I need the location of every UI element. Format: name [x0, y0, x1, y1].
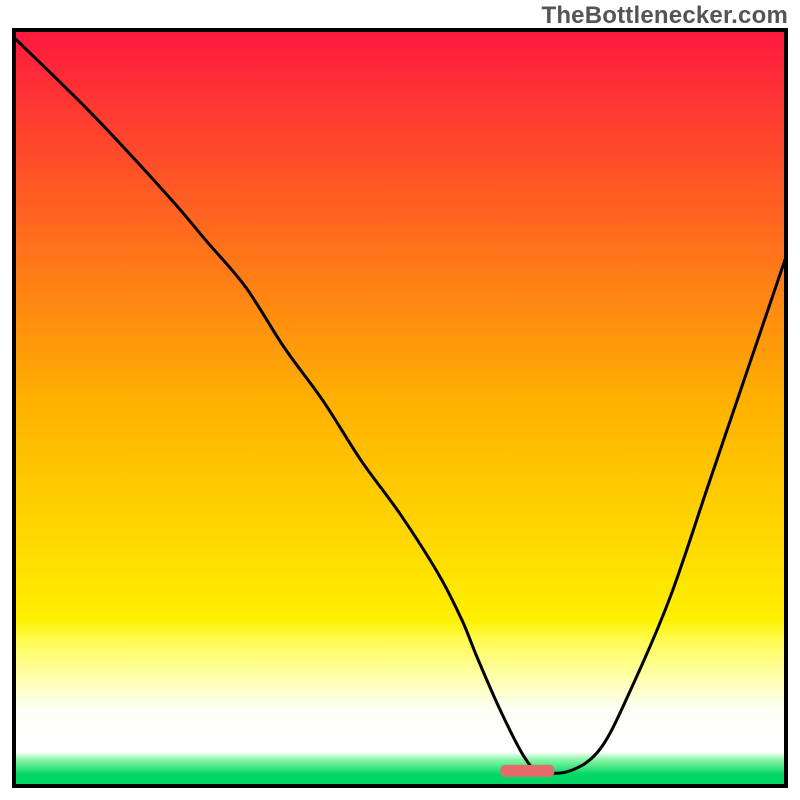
watermark-text: TheBottlenecker.com: [541, 2, 788, 30]
optimal-marker: [500, 765, 554, 777]
chart-canvas: TheBottlenecker.com: [0, 0, 800, 800]
bottleneck-chart: [0, 0, 800, 800]
plot-background: [14, 30, 786, 786]
